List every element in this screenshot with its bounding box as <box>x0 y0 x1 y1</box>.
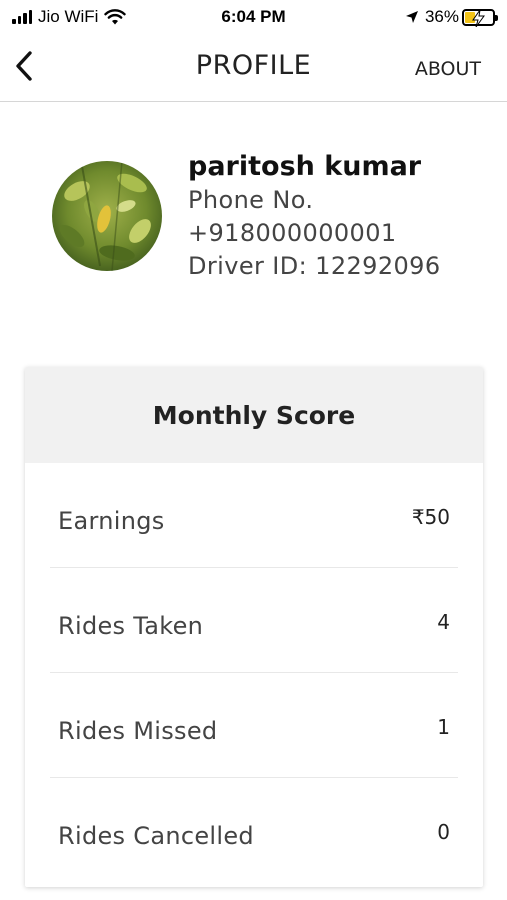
score-row-value: 4 <box>437 610 450 634</box>
profile-info: paritosh kumar Phone No. +918000000001 D… <box>188 150 441 283</box>
score-row-value: ₹50 <box>411 505 450 529</box>
battery-percent: 36% <box>424 7 459 26</box>
about-button[interactable]: ABOUT <box>415 58 481 80</box>
score-card-title: Monthly Score <box>152 400 356 430</box>
profile-name: paritosh kumar <box>188 151 422 182</box>
score-row-label: Earnings <box>58 507 165 535</box>
score-row-value: 0 <box>437 820 450 844</box>
driver-id: Driver ID: 12292096 <box>188 252 441 280</box>
status-right: 36% <box>405 7 498 27</box>
charging-bolt-icon <box>472 9 485 27</box>
phone-label: Phone No. <box>188 186 314 214</box>
score-row-label: Rides Missed <box>58 717 218 745</box>
status-bar: Jio WiFi 6:04 PM 36% <box>0 0 507 36</box>
score-row-rides-cancelled: Rides Cancelled 0 <box>50 778 458 883</box>
battery-icon <box>462 8 498 27</box>
score-row-rides-taken: Rides Taken 4 <box>50 568 458 673</box>
score-row-value: 1 <box>437 715 450 739</box>
phone-number: +918000000001 <box>188 219 397 247</box>
score-row-rides-missed: Rides Missed 1 <box>50 673 458 778</box>
monthly-score-card: Monthly Score Earnings ₹50 Rides Taken 4… <box>25 367 483 887</box>
score-row-earnings: Earnings ₹50 <box>50 463 458 568</box>
location-arrow-icon <box>405 11 418 23</box>
profile-screen: Jio WiFi 6:04 PM 36% PROFILE ABOUT parit… <box>0 0 507 900</box>
score-row-label: Rides Cancelled <box>58 822 254 850</box>
score-row-label: Rides Taken <box>58 612 204 640</box>
nav-bar: PROFILE ABOUT <box>0 36 507 102</box>
score-card-header: Monthly Score <box>25 367 483 463</box>
avatar[interactable] <box>52 161 162 271</box>
